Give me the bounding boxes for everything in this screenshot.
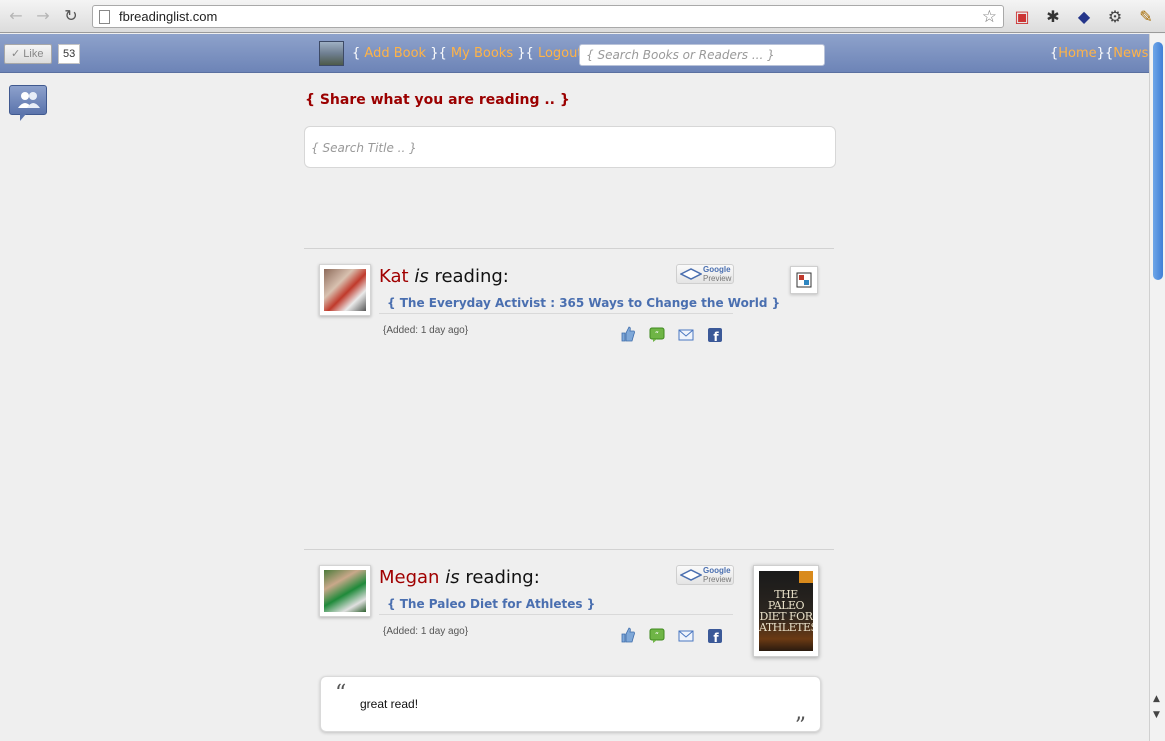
google-preview-button[interactable]: Google Preview (676, 264, 734, 284)
book-title-link[interactable]: { The Paleo Diet for Athletes } (379, 597, 733, 615)
comment-box: “ great read! ” (320, 676, 821, 739)
book-cover-art: THE PALEO DIET FOR ATHLETES (759, 571, 813, 651)
back-icon[interactable]: ← (6, 6, 26, 26)
facebook-icon[interactable]: f (707, 628, 723, 644)
feed-divider (304, 549, 834, 550)
forward-icon[interactable]: → (33, 6, 53, 26)
reader-avatar[interactable] (319, 565, 371, 617)
scroll-up-arrow[interactable]: ▲ (1153, 694, 1160, 704)
svg-text:f: f (713, 330, 719, 343)
preview-label: Preview (703, 575, 732, 584)
cover-band (799, 571, 813, 583)
reader-name[interactable]: Kat (379, 266, 409, 287)
my-books-link[interactable]: My Books (451, 46, 513, 61)
search-books-input[interactable]: { Search Books or Readers ... } (579, 44, 825, 66)
svg-text:“: “ (655, 631, 659, 640)
brace: { (525, 46, 534, 61)
browser-toolbar: ← → ↻ fbreadinglist.com ☆ ▣ ✱ ◆ ⚙ ✎ (0, 0, 1165, 33)
like-count: 53 (58, 44, 81, 64)
preview-label: Preview (703, 274, 732, 283)
book-cover-placeholder[interactable] (790, 266, 818, 294)
reload-icon[interactable]: ↻ (61, 6, 81, 26)
comment-icon[interactable]: “ (649, 327, 665, 343)
site-top-bar: ✓ Like 53 { Add Book }{ My Books }{ Logo… (0, 34, 1157, 73)
extension-bug-icon[interactable]: ✱ (1043, 7, 1063, 27)
right-nav: {Home}{News} (1050, 46, 1157, 61)
logout-link[interactable]: Logout (538, 46, 583, 61)
extension-flag-icon[interactable]: ◆ (1074, 7, 1094, 27)
brace: { (352, 46, 361, 61)
reader-name[interactable]: Megan (379, 567, 439, 588)
close-quote-icon: ” (794, 714, 806, 739)
wrench-icon[interactable]: ✎ (1136, 7, 1156, 27)
url-text[interactable]: fbreadinglist.com (119, 9, 217, 24)
reading-word: reading: (434, 266, 509, 287)
star-icon[interactable]: ☆ (982, 7, 997, 27)
user-avatar[interactable] (319, 41, 344, 66)
open-quote-icon: “ (335, 681, 347, 706)
reader-line: Megan is reading: (379, 567, 540, 588)
home-link[interactable]: Home (1058, 46, 1096, 61)
share-heading: { Share what you are reading .. } (305, 92, 570, 108)
facebook-icon[interactable]: f (707, 327, 723, 343)
brace: } (430, 46, 439, 61)
extension-mail-icon[interactable]: ▣ (1012, 7, 1032, 27)
like-icon[interactable] (620, 627, 636, 643)
address-bar[interactable]: fbreadinglist.com ☆ (92, 5, 1004, 28)
reader-line: Kat is reading: (379, 266, 509, 287)
google-label: Google (703, 265, 731, 274)
brace: } (1096, 46, 1105, 61)
book-title-link[interactable]: { The Everyday Activist : 365 Ways to Ch… (379, 296, 780, 314)
feed-divider (304, 248, 834, 249)
cover-title: THE PALEO DIET FOR ATHLETES (759, 588, 813, 634)
brace: { (438, 46, 447, 61)
reading-word: reading: (465, 567, 540, 588)
comment-text: great read! (360, 697, 419, 711)
is-word: is (445, 567, 460, 588)
added-time: {Added: 1 day ago} (383, 626, 469, 637)
google-preview-button[interactable]: Google Preview (676, 565, 734, 585)
mail-icon[interactable] (678, 327, 694, 343)
added-time: {Added: 1 day ago} (383, 325, 469, 336)
like-icon[interactable] (620, 326, 636, 342)
book-cover[interactable]: THE PALEO DIET FOR ATHLETES (753, 565, 819, 657)
reader-avatar[interactable] (319, 264, 371, 316)
scrollbar[interactable]: ▲ ▼ (1149, 34, 1165, 741)
scroll-down-arrow[interactable]: ▼ (1153, 710, 1160, 720)
top-nav: { Add Book }{ My Books }{ Logout } (352, 46, 595, 61)
svg-text:“: “ (655, 330, 659, 339)
scrollbar-thumb[interactable] (1153, 42, 1163, 280)
mail-icon[interactable] (678, 628, 694, 644)
google-label: Google (703, 566, 731, 575)
friends-icon[interactable] (9, 85, 47, 121)
is-word: is (414, 266, 429, 287)
svg-text:f: f (713, 631, 719, 644)
search-title-input[interactable]: { Search Title .. } (304, 126, 836, 168)
comment-icon[interactable]: “ (649, 628, 665, 644)
like-button[interactable]: ✓ Like (4, 44, 52, 64)
add-book-link[interactable]: Add Book (364, 46, 426, 61)
brace: { (1104, 46, 1114, 61)
page-icon (99, 10, 110, 24)
settings-gear-icon[interactable]: ⚙ (1105, 7, 1125, 27)
brace: } (517, 46, 526, 61)
news-link[interactable]: News (1113, 46, 1148, 61)
